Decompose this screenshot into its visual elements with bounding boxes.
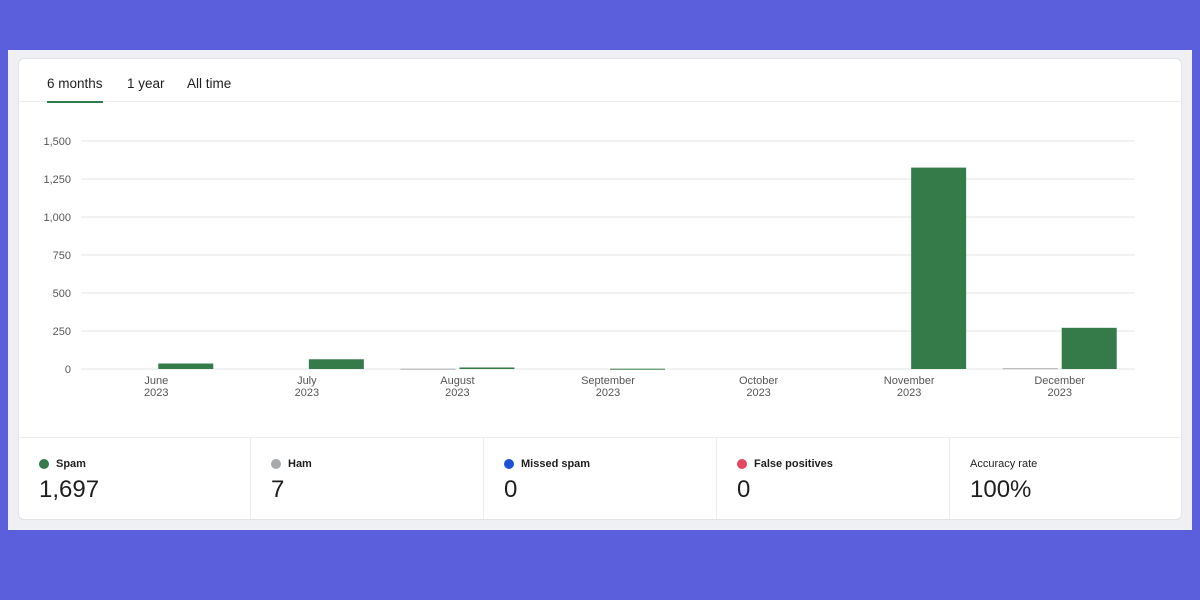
tab-1-year[interactable]: 1 year — [127, 76, 165, 101]
bar-chart-svg: 02505007501,0001,2501,500June2023July202… — [43, 136, 1135, 399]
ham-bar — [1002, 368, 1058, 370]
stat-ham: Ham 7 — [251, 438, 484, 519]
stat-missed-spam-label: Missed spam — [521, 458, 591, 470]
stat-false-positives-value: 0 — [737, 476, 751, 503]
spam-bar — [459, 367, 515, 369]
spam-bar — [158, 363, 214, 369]
spam-bar — [308, 359, 364, 369]
stat-missed-spam-value: 0 — [504, 476, 518, 503]
y-tick-label: 1,500 — [43, 136, 71, 148]
stat-spam-value: 1,697 — [39, 476, 100, 503]
ham-bar — [400, 368, 456, 370]
spam-bar — [610, 368, 665, 370]
tab-all-time[interactable]: All time — [187, 76, 231, 101]
stat-missed-spam: Missed spam 0 — [484, 438, 717, 519]
stat-ham-label: Ham — [288, 458, 312, 470]
x-tick-month: September — [581, 375, 635, 387]
missed-spam-dot-icon — [504, 459, 514, 469]
stat-false-positives-label: False positives — [754, 458, 833, 470]
stat-spam: Spam 1,697 — [19, 438, 251, 519]
y-tick-label: 1,000 — [43, 212, 71, 224]
x-tick-year: 2023 — [897, 387, 921, 399]
spam-bar — [1061, 327, 1117, 369]
spam-chart: 0 250 500 750 1,000 1,250 1,500 June 2023 July 202… — [19, 129, 1181, 399]
x-tick-year: 2023 — [1047, 387, 1071, 399]
stat-ham-value: 7 — [271, 476, 285, 503]
y-tick-label: 500 — [53, 288, 71, 300]
false-positives-dot-icon — [737, 459, 747, 469]
stats-card: 6 months 1 year All time 0 250 500 750 1,000… — [18, 58, 1182, 520]
stat-accuracy-rate-value: 100% — [970, 476, 1032, 503]
stat-accuracy-rate: Accuracy rate 100% — [950, 438, 1181, 519]
stat-spam-label: Spam — [56, 458, 86, 470]
x-tick-year: 2023 — [295, 387, 319, 399]
x-tick-year: 2023 — [144, 387, 168, 399]
time-range-tabs: 6 months 1 year All time — [19, 59, 1181, 103]
tab-6-months[interactable]: 6 months — [47, 76, 103, 103]
y-tick-label: 750 — [53, 250, 71, 262]
x-tick-month: July — [297, 375, 317, 387]
x-tick-year: 2023 — [746, 387, 770, 399]
stat-accuracy-rate-label: Accuracy rate — [970, 458, 1038, 470]
ham-dot-icon — [271, 459, 281, 469]
spam-bar — [911, 167, 967, 369]
x-tick-month: November — [884, 375, 935, 387]
x-tick-month: December — [1034, 375, 1085, 387]
y-tick-label: 1,250 — [43, 174, 71, 186]
x-tick-year: 2023 — [596, 387, 620, 399]
spam-dot-icon — [39, 459, 49, 469]
x-tick-year: 2023 — [445, 387, 469, 399]
x-tick-month: June — [144, 375, 168, 387]
y-tick-label: 0 — [65, 364, 71, 376]
x-tick-month: August — [440, 375, 474, 387]
x-tick-month: October — [739, 375, 778, 387]
y-tick-label: 250 — [53, 326, 71, 338]
stat-false-positives: False positives 0 — [717, 438, 950, 519]
stats-row: Spam 1,697 Ham 7 Missed spam 0 False pos… — [19, 437, 1181, 519]
